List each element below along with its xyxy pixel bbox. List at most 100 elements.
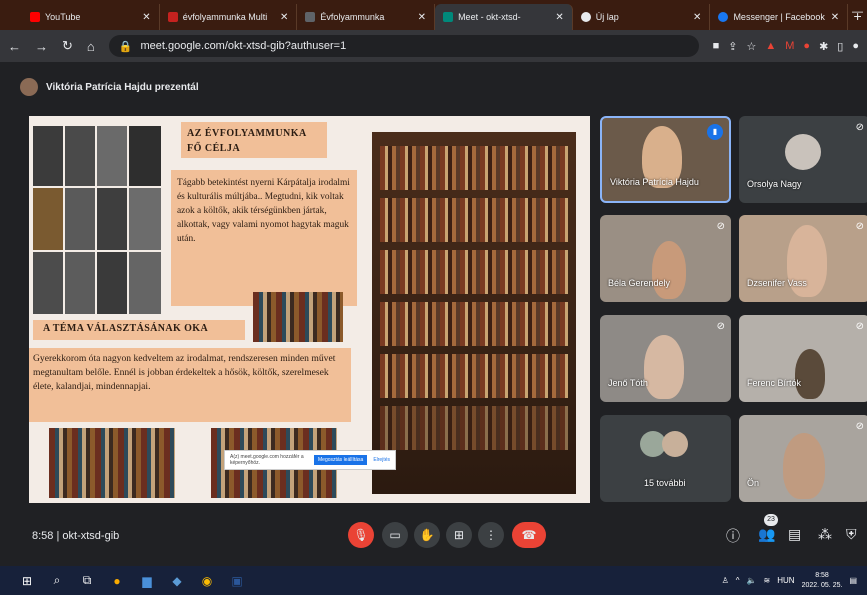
participant-name: Béla Gerendely: [608, 278, 671, 288]
present-button[interactable]: ⊞: [446, 522, 472, 548]
close-icon[interactable]: ✕: [142, 12, 150, 23]
participant-name: Dzsenifer Vass: [747, 278, 807, 288]
participant-tile[interactable]: ⊘ Ferenc Bírtók: [739, 315, 867, 402]
chat-icon[interactable]: ▤: [788, 526, 801, 543]
more-participants-tile[interactable]: 15 további: [600, 415, 731, 502]
app-icon[interactable]: ●: [102, 574, 132, 588]
forward-arrow-icon[interactable]: →: [35, 39, 48, 54]
windows-start-icon[interactable]: ⊞: [12, 574, 42, 588]
tab-meet[interactable]: Meet - okt-xtsd- ✕: [435, 4, 573, 30]
toast-text: A(z) meet.google.com hozzáfér a képernyő…: [230, 454, 304, 466]
tab-evfolyammunka-multi[interactable]: évfolyammunka Multi ✕: [160, 4, 298, 30]
document-icon: [305, 12, 316, 22]
save-icon[interactable]: ▣: [222, 574, 252, 588]
people-icon[interactable]: ♙: [722, 576, 729, 585]
present-icon: ⊞: [453, 528, 465, 542]
task-view-icon[interactable]: ⧉: [72, 573, 102, 588]
host-controls-icon[interactable]: ⛨: [846, 526, 857, 543]
chrome-icon[interactable]: ◉: [192, 574, 222, 588]
volume-icon[interactable]: 🔈: [747, 576, 757, 585]
portrait-image: [129, 252, 161, 314]
raise-hand-button[interactable]: ✋: [414, 522, 440, 548]
portrait-image: [33, 126, 63, 186]
self-tile[interactable]: ⊘ Ön: [739, 415, 867, 502]
portrait-image: [65, 252, 95, 314]
tab-title: YouTube: [45, 12, 81, 22]
participant-name: 15 további: [644, 478, 686, 488]
screen-share-notification: A(z) meet.google.com hozzáfér a képernyő…: [224, 450, 396, 470]
tab-evfolyammunka[interactable]: Évfolyammunka ✕: [297, 4, 436, 30]
portrait-image: [97, 126, 127, 186]
activities-icon[interactable]: ⁂: [818, 526, 832, 543]
reload-icon[interactable]: ↻: [62, 38, 73, 54]
close-icon[interactable]: ✕: [418, 12, 426, 23]
meeting-code: okt-xtsd-gib: [62, 530, 120, 542]
portrait-image: [129, 126, 161, 186]
mail-icon[interactable]: ◆: [162, 574, 192, 588]
meeting-info: 8:58 | okt-xtsd-gib: [32, 530, 120, 542]
sidepanel-icon[interactable]: ▯: [837, 40, 843, 53]
share-icon[interactable]: ⇪: [728, 40, 737, 53]
hide-button[interactable]: Elrejtés: [373, 457, 390, 463]
url-text: meet.google.com/okt-xtsd-gib?authuser=1: [140, 40, 347, 52]
info-icon[interactable]: ⓘ: [726, 526, 740, 546]
books-image: [49, 428, 175, 498]
camera-icon[interactable]: ■: [713, 40, 720, 52]
mic-toggle-button[interactable]: 🎙: [348, 522, 374, 548]
profile-icon[interactable]: ●: [852, 40, 859, 52]
language-indicator[interactable]: HUN: [777, 576, 794, 585]
minimize-icon[interactable]: —: [852, 6, 863, 18]
portrait-image: [65, 188, 95, 250]
portrait-image: [33, 188, 63, 250]
participant-tile[interactable]: ⊘ Jenő Tóth: [600, 315, 731, 402]
slide-heading-goal: AZ ÉVFOLYAMMUNKA FŐ CÉLJA: [181, 122, 327, 158]
participant-count-badge: 23: [764, 514, 778, 526]
tab-title: Meet - okt-xtsd-: [458, 12, 521, 22]
camera-toggle-button[interactable]: ▭: [382, 522, 408, 548]
stop-sharing-button[interactable]: Megosztás leállítása: [314, 455, 368, 465]
tab-new[interactable]: Új lap ✕: [573, 4, 711, 30]
library-image: [372, 132, 576, 494]
url-bar[interactable]: 🔒 meet.google.com/okt-xtsd-gib?authuser=…: [108, 35, 699, 57]
close-icon[interactable]: ✕: [831, 12, 839, 23]
browser-tab-bar: YouTube ✕ évfolyammunka Multi ✕ Évfolyammu…: [0, 0, 867, 30]
avatar: [662, 431, 688, 457]
file-explorer-icon[interactable]: ▆: [132, 574, 162, 588]
close-icon[interactable]: ✕: [555, 12, 563, 23]
close-icon[interactable]: ✕: [280, 12, 288, 23]
leave-call-button[interactable]: ☎: [512, 522, 546, 548]
search-icon[interactable]: ⌕: [42, 573, 72, 588]
mic-off-icon: ⊘: [855, 421, 864, 432]
star-icon[interactable]: ☆: [746, 40, 756, 53]
notification-icon[interactable]: ▤: [849, 576, 857, 585]
home-icon[interactable]: ⌂: [87, 39, 95, 54]
puzzle-icon[interactable]: ✱: [819, 40, 828, 53]
mic-off-icon: ⊘: [716, 221, 725, 232]
portrait-image: [65, 126, 95, 186]
extension-icon[interactable]: ▲: [765, 40, 776, 52]
clock-date: 2022. 05. 25.: [801, 581, 843, 589]
record-ext-icon[interactable]: ●: [803, 40, 810, 52]
clock[interactable]: 8:58 2022. 05. 25.: [802, 571, 843, 591]
phone-hangup-icon: ☎: [521, 528, 537, 542]
gmail-ext-icon[interactable]: M: [785, 40, 794, 52]
chevron-up-icon[interactable]: ^: [736, 576, 740, 585]
tab-youtube[interactable]: YouTube ✕: [22, 4, 160, 30]
more-options-button[interactable]: ⋮: [478, 522, 504, 548]
participant-tile[interactable]: ⊘ Orsolya Nagy: [739, 116, 867, 203]
slide-heading-reason: A TÉMA VÁLASZTÁSÁNAK OKA: [33, 320, 245, 340]
lock-icon[interactable]: 🔒: [119, 40, 133, 53]
back-arrow-icon[interactable]: ←: [8, 39, 21, 54]
people-icon[interactable]: 👥: [758, 526, 775, 543]
participant-tile[interactable]: ⊘ Béla Gerendely: [600, 215, 731, 302]
tab-messenger[interactable]: Messenger | Facebook ✕: [710, 4, 849, 30]
mic-off-icon: ⊘: [855, 122, 864, 133]
presenter-banner: Viktória Patrícia Hajdu prezentál: [20, 72, 199, 102]
network-icon[interactable]: ≋: [764, 576, 771, 585]
close-icon[interactable]: ✕: [693, 12, 701, 23]
gmail-icon: [167, 12, 178, 22]
participant-tile[interactable]: ▮ Viktória Patrícia Hajdu: [600, 116, 731, 203]
participant-tile[interactable]: ⊘ Dzsenifer Vass: [739, 215, 867, 302]
system-tray: ♙ ^ 🔈 ≋ HUN 8:58 2022. 05. 25. ▤: [722, 566, 857, 595]
camera-icon: ▭: [389, 528, 401, 542]
